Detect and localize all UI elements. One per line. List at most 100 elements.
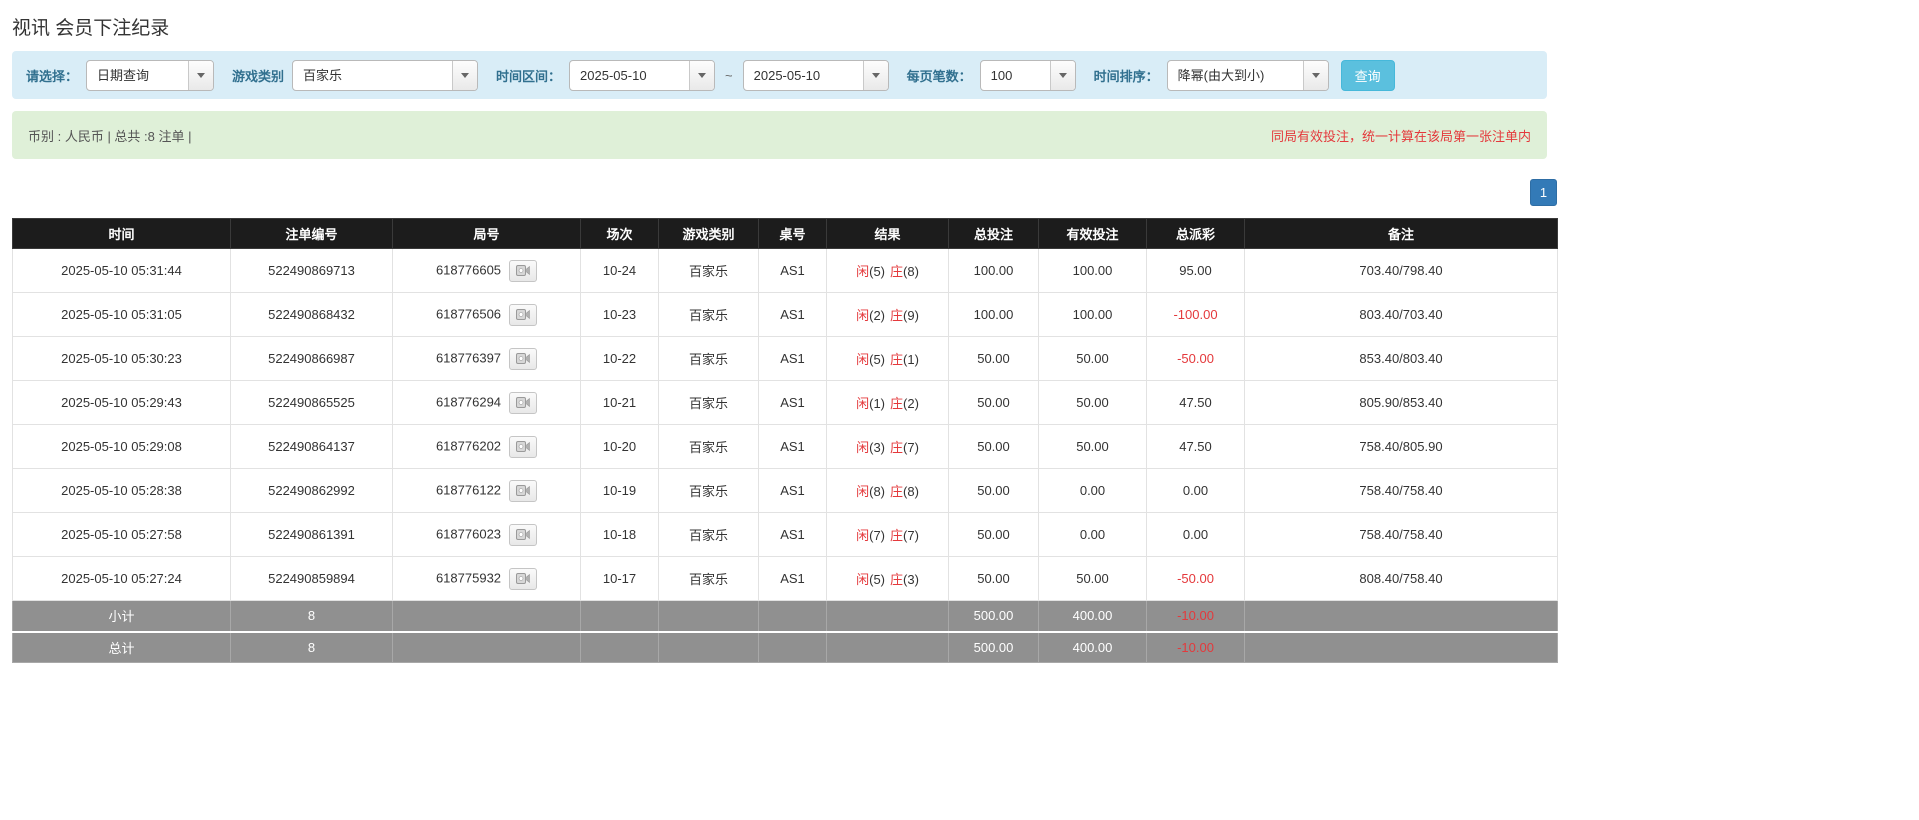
select-mode-caret-button[interactable] — [188, 61, 213, 90]
result-cell: 闲(1)庄(2) — [827, 381, 949, 425]
time-cell: 2025-05-10 05:31:44 — [13, 249, 231, 293]
date-to-dropdown[interactable]: 2025-05-10 — [743, 60, 889, 91]
select-mode-dropdown[interactable]: 日期查询 — [86, 60, 214, 91]
range-separator: ~ — [723, 68, 735, 83]
video-replay-button[interactable] — [509, 348, 537, 370]
date-from-caret-button[interactable] — [689, 61, 714, 90]
pagination: 1 — [12, 179, 1557, 206]
payout-cell: -50.00 — [1147, 557, 1245, 601]
video-replay-button[interactable] — [509, 260, 537, 282]
result-cell: 闲(5)庄(8) — [827, 249, 949, 293]
banker-score: (8) — [903, 264, 919, 279]
valid-bet-cell: 50.00 — [1039, 557, 1147, 601]
table-row: 2025-05-10 05:29:43 522490865525 6187762… — [13, 381, 1558, 425]
bet-id-cell: 522490865525 — [231, 381, 393, 425]
video-replay-button[interactable] — [509, 568, 537, 590]
video-replay-button[interactable] — [509, 392, 537, 414]
game-type-label: 游戏类别 — [232, 66, 284, 85]
video-replay-button[interactable] — [509, 304, 537, 326]
round-cell: 618776605 — [393, 249, 581, 293]
total-bet-link[interactable]: 50.00 — [949, 513, 1039, 557]
round-id: 618776294 — [436, 394, 501, 409]
page-1-button[interactable]: 1 — [1530, 179, 1557, 206]
date-from-dropdown[interactable]: 2025-05-10 — [569, 60, 715, 91]
remark-cell: 805.90/853.40 — [1245, 381, 1558, 425]
bet-id-cell: 522490862992 — [231, 469, 393, 513]
result-cell: 闲(7)庄(7) — [827, 513, 949, 557]
video-replay-button[interactable] — [509, 524, 537, 546]
page-size-dropdown[interactable]: 100 — [980, 60, 1076, 91]
page-container: 视讯 会员下注纪录 请选择： 日期查询 游戏类别 百家乐 时间区间： 2025-… — [0, 0, 1557, 723]
total-bet-link[interactable]: 50.00 — [949, 557, 1039, 601]
valid-bet-cell: 50.00 — [1039, 337, 1147, 381]
result-cell: 闲(5)庄(1) — [827, 337, 949, 381]
empty-cell — [827, 601, 949, 632]
search-button[interactable]: 查询 — [1341, 60, 1395, 91]
total-payout: -10.00 — [1147, 632, 1245, 663]
round-id: 618775932 — [436, 570, 501, 585]
time-cell: 2025-05-10 05:30:23 — [13, 337, 231, 381]
round-cell: 618776023 — [393, 513, 581, 557]
empty-cell — [393, 632, 581, 663]
valid-bet-cell: 100.00 — [1039, 249, 1147, 293]
page-size-value[interactable]: 100 — [981, 61, 1050, 90]
sort-order-value[interactable]: 降幂(由大到小) — [1168, 61, 1303, 90]
date-to-caret-button[interactable] — [863, 61, 888, 90]
player-result: 闲 — [856, 440, 869, 455]
table-body: 2025-05-10 05:31:44 522490869713 6187766… — [13, 249, 1558, 601]
date-to-value[interactable]: 2025-05-10 — [744, 61, 863, 90]
total-bet-link[interactable]: 50.00 — [949, 337, 1039, 381]
total-bet-link[interactable]: 50.00 — [949, 381, 1039, 425]
column-header: 总投注 — [949, 219, 1039, 249]
sort-order-caret-button[interactable] — [1303, 61, 1328, 90]
banker-result: 庄 — [890, 484, 903, 499]
sort-order-dropdown[interactable]: 降幂(由大到小) — [1167, 60, 1329, 91]
game-type-caret-button[interactable] — [452, 61, 477, 90]
subtotal-payout: -10.00 — [1147, 601, 1245, 632]
banker-score: (8) — [903, 484, 919, 499]
table-no-cell: AS1 — [759, 557, 827, 601]
time-cell: 2025-05-10 05:28:38 — [13, 469, 231, 513]
session-cell: 10-17 — [581, 557, 659, 601]
game-type-dropdown[interactable]: 百家乐 — [292, 60, 478, 91]
game-type-value[interactable]: 百家乐 — [293, 61, 452, 90]
total-bet-link[interactable]: 100.00 — [949, 293, 1039, 337]
payout-cell: 0.00 — [1147, 469, 1245, 513]
page-size-caret-button[interactable] — [1050, 61, 1075, 90]
chevron-down-icon — [698, 73, 706, 78]
total-bet-link[interactable]: 50.00 — [949, 425, 1039, 469]
banker-result: 庄 — [890, 396, 903, 411]
game-type-cell: 百家乐 — [659, 337, 759, 381]
table-no-cell: AS1 — [759, 249, 827, 293]
player-score: (7) — [869, 528, 885, 543]
filter-bar: 请选择： 日期查询 游戏类别 百家乐 时间区间： 2025-05-10 ~ 20… — [12, 51, 1547, 99]
column-header: 游戏类别 — [659, 219, 759, 249]
payout-cell: 47.50 — [1147, 381, 1245, 425]
page-size-label: 每页笔数： — [907, 66, 972, 85]
remark-cell: 703.40/798.40 — [1245, 249, 1558, 293]
table-row: 2025-05-10 05:30:23 522490866987 6187763… — [13, 337, 1558, 381]
select-mode-value[interactable]: 日期查询 — [87, 61, 188, 90]
empty-cell — [759, 632, 827, 663]
table-row: 2025-05-10 05:27:24 522490859894 6187759… — [13, 557, 1558, 601]
payout-cell: -100.00 — [1147, 293, 1245, 337]
banker-result: 庄 — [890, 440, 903, 455]
video-replay-button[interactable] — [509, 480, 537, 502]
video-icon — [516, 485, 530, 496]
time-cell: 2025-05-10 05:27:24 — [13, 557, 231, 601]
subtotal-row: 小计 8 500.00 400.00 -10.00 — [13, 601, 1558, 632]
table-row: 2025-05-10 05:31:05 522490868432 6187765… — [13, 293, 1558, 337]
total-bet-link[interactable]: 50.00 — [949, 469, 1039, 513]
round-id: 618776023 — [436, 526, 501, 541]
bet-id-cell: 522490868432 — [231, 293, 393, 337]
game-type-cell: 百家乐 — [659, 557, 759, 601]
video-replay-button[interactable] — [509, 436, 537, 458]
total-bet-link[interactable]: 100.00 — [949, 249, 1039, 293]
round-cell: 618776122 — [393, 469, 581, 513]
result-cell: 闲(5)庄(3) — [827, 557, 949, 601]
bet-id-cell: 522490864137 — [231, 425, 393, 469]
banker-result: 庄 — [890, 352, 903, 367]
remark-cell: 758.40/758.40 — [1245, 469, 1558, 513]
player-score: (1) — [869, 396, 885, 411]
date-from-value[interactable]: 2025-05-10 — [570, 61, 689, 90]
